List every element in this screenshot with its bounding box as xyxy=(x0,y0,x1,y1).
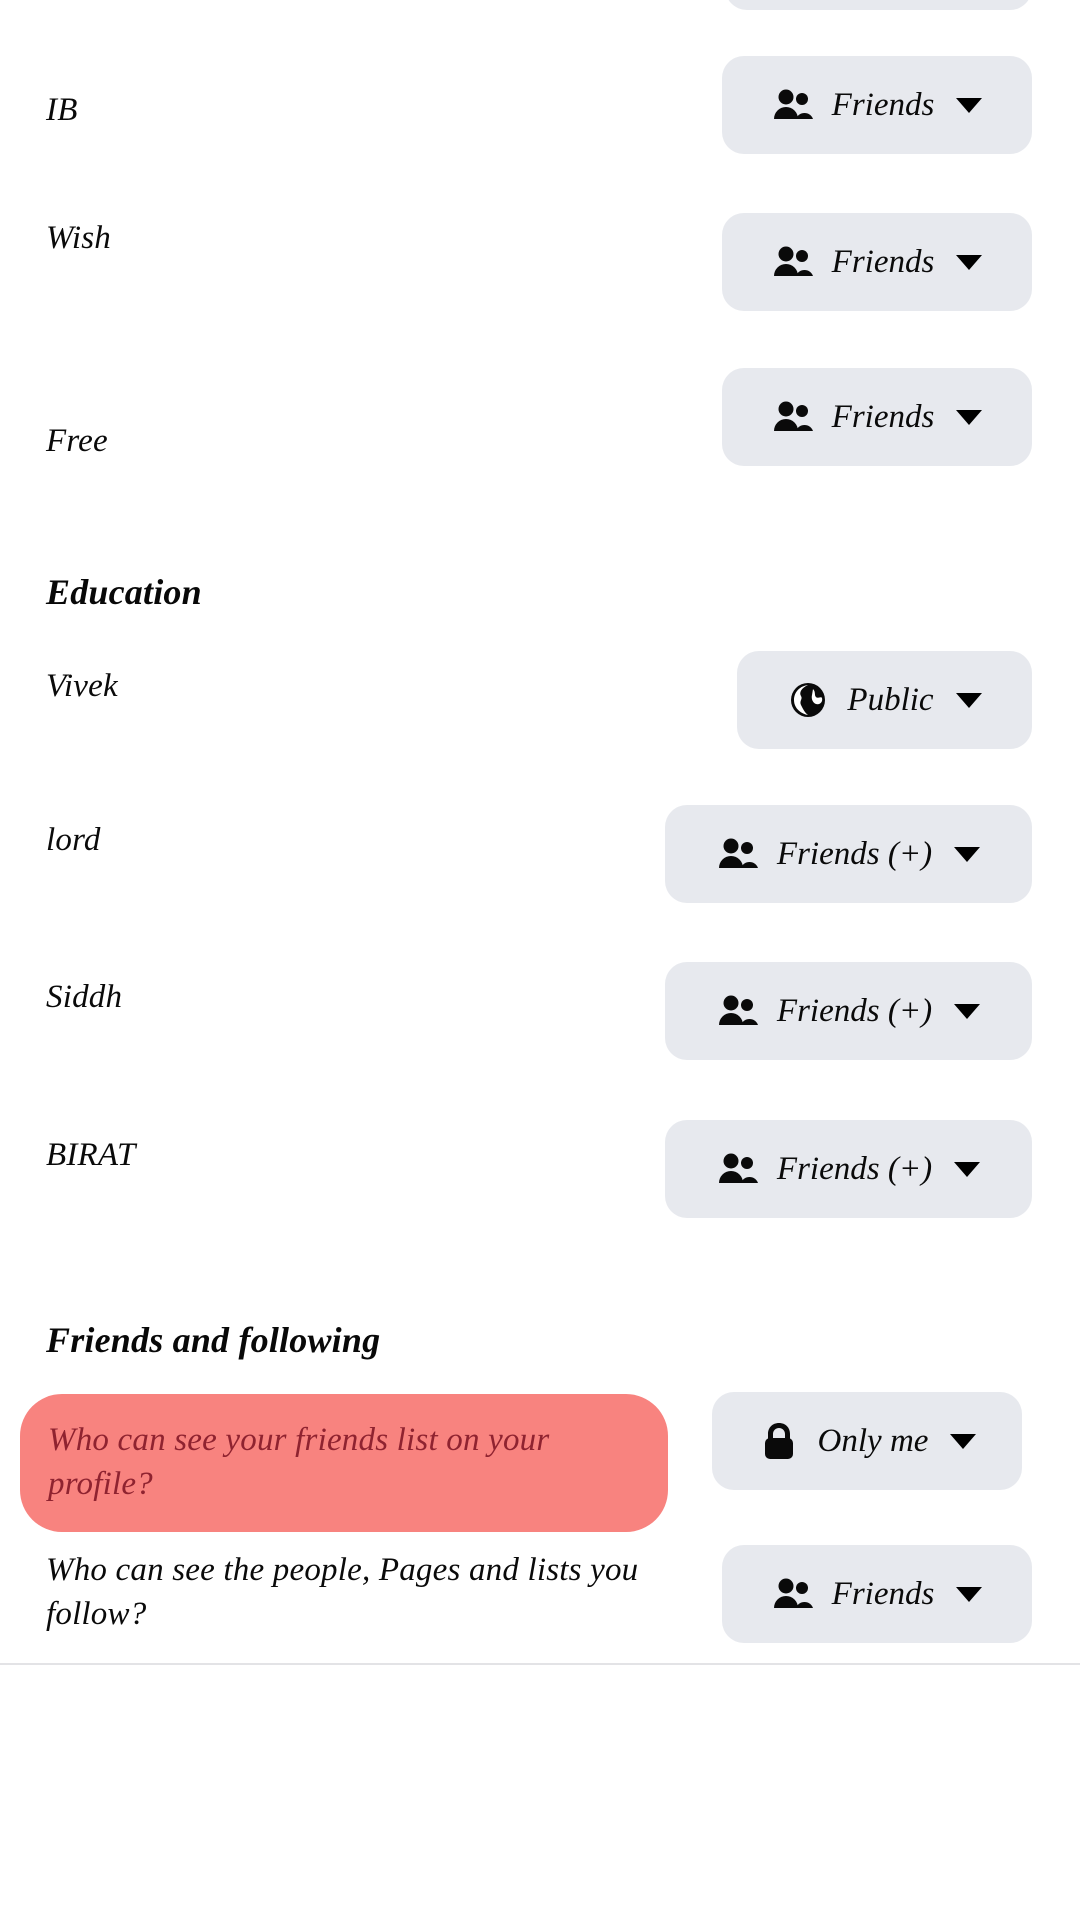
footer-bar: Next xyxy=(0,1665,1080,1920)
audience-label: Friends (+) xyxy=(776,993,933,1029)
row-label: BIRAT xyxy=(46,1137,136,1173)
audience-pill-lord[interactable]: Friends (+) xyxy=(665,805,1032,903)
audience-pill-follow-list[interactable]: Friends xyxy=(722,1545,1032,1643)
row-label: Wish xyxy=(46,220,111,256)
privacy-checkup-screen: Friends IB Friends Wish xyxy=(0,0,1080,1920)
audience-label: Friends xyxy=(831,87,935,123)
row-label: Free xyxy=(46,423,108,459)
friends-icon xyxy=(717,1152,759,1186)
audience-pill-wish[interactable]: Friends xyxy=(722,213,1032,311)
audience-pill-birat[interactable]: Friends (+) xyxy=(665,1120,1032,1218)
row-label: IB xyxy=(46,92,78,128)
chevron-down-icon xyxy=(956,409,983,425)
audience-label: Public xyxy=(847,682,934,718)
audience-pill-siddh[interactable]: Friends (+) xyxy=(665,962,1032,1060)
audience-label: Friends xyxy=(831,399,935,435)
friends-icon xyxy=(717,837,759,871)
row-label: Who can see your friends list on your pr… xyxy=(48,1422,550,1502)
lock-icon xyxy=(758,1423,800,1459)
audience-pill-free[interactable]: Friends xyxy=(722,368,1032,466)
friends-icon xyxy=(772,400,814,434)
chevron-down-icon xyxy=(955,692,982,708)
chevron-down-icon xyxy=(956,1586,983,1602)
audience-label: Friends xyxy=(831,1576,935,1612)
section-header-education: Education xyxy=(46,572,202,612)
globe-icon xyxy=(787,683,829,717)
friends-icon xyxy=(772,245,814,279)
section-header-friends-and-following: Friends and following xyxy=(46,1320,381,1360)
chevron-down-icon xyxy=(956,254,983,270)
chevron-down-icon xyxy=(950,1433,977,1449)
chevron-down-icon xyxy=(954,1003,981,1019)
chevron-down-icon xyxy=(956,97,983,113)
audience-pill-vivek[interactable]: Public xyxy=(737,651,1032,749)
audience-pill-friends-list[interactable]: Only me xyxy=(712,1392,1022,1490)
friends-icon xyxy=(717,994,759,1028)
audience-label: Friends (+) xyxy=(776,836,933,872)
friends-icon xyxy=(772,88,814,122)
friends-icon xyxy=(772,1577,814,1611)
audience-pill-partial[interactable]: Friends xyxy=(725,0,1032,10)
chevron-down-icon xyxy=(954,1161,981,1177)
audience-label: Friends xyxy=(831,244,935,280)
row-label: Vivek xyxy=(46,668,118,704)
audience-pill-ib[interactable]: Friends xyxy=(722,56,1032,154)
row-label: lord xyxy=(46,822,101,858)
highlighted-question-friends-list[interactable]: Who can see your friends list on your pr… xyxy=(20,1394,668,1532)
audience-label: Only me xyxy=(817,1423,929,1459)
audience-label: Friends (+) xyxy=(776,1151,933,1187)
row-label: Who can see the people, Pages and lists … xyxy=(46,1552,639,1632)
row-label: Siddh xyxy=(46,979,123,1015)
settings-scroll-area[interactable]: Friends IB Friends Wish xyxy=(0,0,1080,1663)
chevron-down-icon xyxy=(954,846,981,862)
